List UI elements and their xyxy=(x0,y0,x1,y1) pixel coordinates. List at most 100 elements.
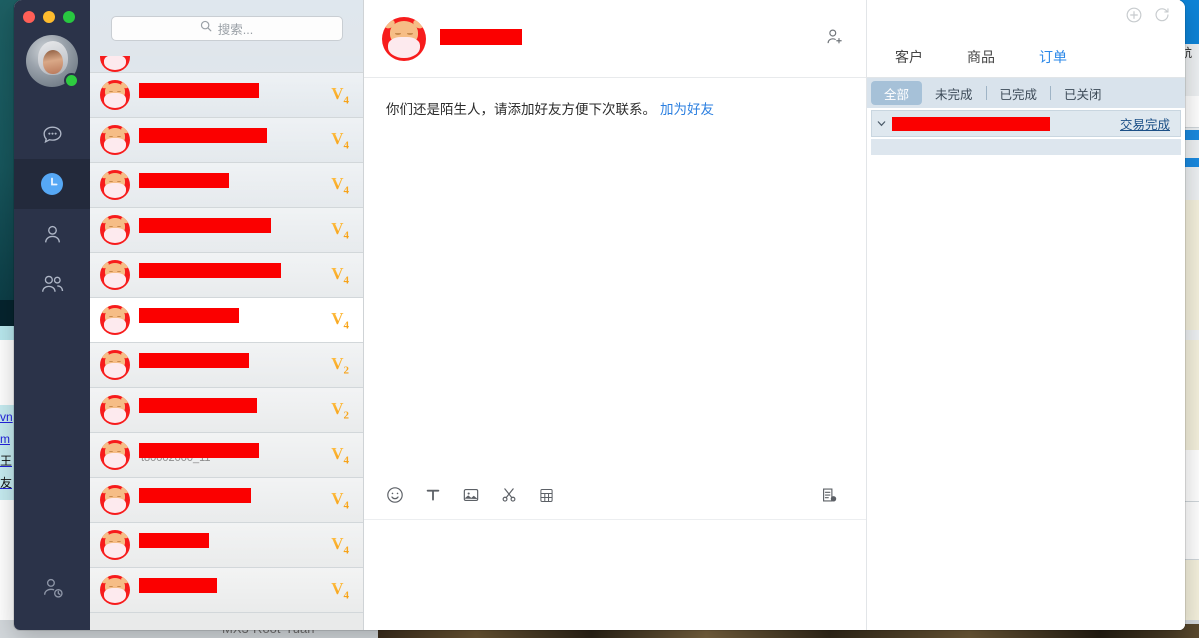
chat-bubble-icon xyxy=(40,122,65,147)
message-list xyxy=(364,118,866,476)
list-item[interactable]: V4 xyxy=(90,118,363,163)
conversation-name xyxy=(139,170,321,200)
list-item[interactable]: V4 xyxy=(90,568,363,613)
search-placeholder: 搜索... xyxy=(217,22,254,37)
filter-已完成[interactable]: 已完成 xyxy=(987,81,1051,105)
avatar[interactable] xyxy=(26,35,79,88)
conversation-name xyxy=(139,530,321,560)
orders-tab-bar: 客户 商品 订单 xyxy=(867,37,1185,77)
list-item[interactable]: V4 xyxy=(90,163,363,208)
nav-rail xyxy=(14,0,90,630)
list-item[interactable]: V4 xyxy=(90,253,363,298)
person-clock-icon xyxy=(40,575,65,600)
refresh-orders-button[interactable] xyxy=(1153,6,1171,29)
list-item[interactable]: V2 xyxy=(90,388,363,433)
sidebar-item-recent[interactable] xyxy=(14,159,90,209)
avatar xyxy=(100,56,130,72)
close-window-button[interactable] xyxy=(23,11,35,23)
chevron-down-icon[interactable] xyxy=(872,118,890,129)
conversation-name xyxy=(139,305,321,335)
add-person-icon xyxy=(825,27,844,51)
sidebar-item-history[interactable] xyxy=(14,562,90,612)
status-badge: V4 xyxy=(331,488,349,512)
conversation-name-redacted xyxy=(139,308,239,323)
orders-header: 客户 商品 订单 xyxy=(867,0,1185,78)
list-item[interactable]: V4 xyxy=(90,208,363,253)
plus-circle-icon xyxy=(1125,6,1143,29)
status-badge: V4 xyxy=(331,218,349,242)
online-status-dot xyxy=(64,73,79,88)
status-badge: V4 xyxy=(331,443,349,467)
search-input[interactable]: 搜索... xyxy=(110,15,343,41)
chat-panel: 你们还是陌生人，请添加好友方便下次联系。 加为好友 xyxy=(364,0,867,630)
scissors-icon xyxy=(500,486,518,509)
composer-toolbar xyxy=(364,476,866,520)
conversation-row-partial-top[interactable] xyxy=(90,56,363,73)
list-item[interactable]: V4 xyxy=(90,523,363,568)
conversation-name-redacted xyxy=(139,263,281,278)
chat-history-button[interactable] xyxy=(820,486,838,509)
maximize-window-button[interactable] xyxy=(63,11,75,23)
order-id-cell xyxy=(890,111,1110,136)
orders-filter-bar: 全部 未完成 已完成 已关闭 xyxy=(867,78,1185,108)
emoji-button[interactable] xyxy=(386,486,404,509)
list-item[interactable]: V4 xyxy=(90,73,363,118)
avatar xyxy=(100,485,130,515)
sidebar-item-contacts[interactable] xyxy=(14,209,90,259)
status-badge: V4 xyxy=(331,308,349,332)
screenshot-button[interactable] xyxy=(500,486,518,509)
avatar[interactable] xyxy=(382,16,426,61)
tab-商品[interactable]: 商品 xyxy=(967,47,995,67)
avatar xyxy=(100,170,130,200)
quick-phrase-button[interactable] xyxy=(538,487,555,509)
orders-actions xyxy=(1125,6,1171,29)
conversation-scroll-area[interactable]: V4 V4 V4 V4 V4 V4 V2 V2 t80002000_11 V4 V4 V4 V4 xyxy=(90,56,363,630)
avatar xyxy=(100,125,130,155)
filter-已关闭[interactable]: 已关闭 xyxy=(1051,81,1115,105)
avatar xyxy=(100,260,130,290)
conversation-name-redacted xyxy=(139,398,257,413)
conversation-name-redacted xyxy=(139,128,267,143)
search-bar: 搜索... xyxy=(90,0,363,56)
conversation-name xyxy=(139,215,321,245)
filter-全部[interactable]: 全部 xyxy=(871,81,923,105)
conversation-name-redacted xyxy=(139,353,249,368)
list-item[interactable]: V4 xyxy=(90,478,363,523)
status-badge: V4 xyxy=(331,263,349,287)
conversation-name-redacted xyxy=(139,83,259,98)
minimize-window-button[interactable] xyxy=(43,11,55,23)
nav-rail-items xyxy=(14,109,90,309)
avatar xyxy=(100,530,130,560)
add-order-button[interactable] xyxy=(1125,6,1143,29)
filter-未完成[interactable]: 未完成 xyxy=(922,81,986,105)
add-friend-button[interactable] xyxy=(825,27,844,51)
conversation-name xyxy=(139,350,321,380)
text-style-button[interactable] xyxy=(424,486,442,509)
tab-订单[interactable]: 订单 xyxy=(1039,47,1067,67)
nav-rail-bottom xyxy=(14,562,90,612)
conversation-name-redacted xyxy=(139,443,259,458)
person-icon xyxy=(40,222,65,247)
search-icon xyxy=(200,19,212,37)
orders-panel: 客户 商品 订单 全部 未完成 已完成 已关闭 交易完成 xyxy=(867,0,1185,630)
conversation-list-panel: 搜索... V4 V4 V4 V4 V4 V4 V2 V2 t80002000_11 V4 V4 V4… xyxy=(90,0,364,630)
status-badge: V4 xyxy=(331,173,349,197)
image-button[interactable] xyxy=(462,486,480,509)
status-badge: V4 xyxy=(331,128,349,152)
list-item[interactable]: V2 xyxy=(90,343,363,388)
add-friend-link[interactable]: 加为好友 xyxy=(660,102,714,117)
sidebar-item-groups[interactable] xyxy=(14,259,90,309)
table-row[interactable]: 交易完成 xyxy=(871,110,1181,137)
conversation-name xyxy=(139,80,321,110)
sidebar-item-chat[interactable] xyxy=(14,109,90,159)
message-input[interactable] xyxy=(364,520,866,630)
people-group-icon xyxy=(39,271,66,298)
smiley-icon xyxy=(386,486,404,509)
avatar xyxy=(100,440,130,470)
status-badge[interactable]: 交易完成 xyxy=(1110,114,1180,133)
list-item[interactable]: V4 xyxy=(90,298,363,343)
tab-客户[interactable]: 客户 xyxy=(895,47,923,67)
avatar xyxy=(100,575,130,605)
list-item[interactable]: t80002000_11 V4 xyxy=(90,433,363,478)
status-badge: V4 xyxy=(331,533,349,557)
